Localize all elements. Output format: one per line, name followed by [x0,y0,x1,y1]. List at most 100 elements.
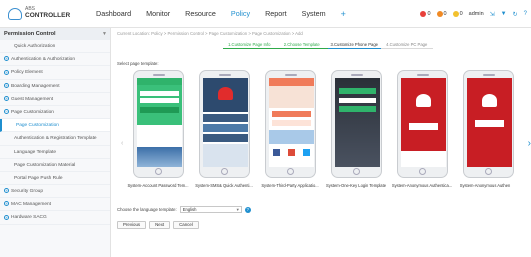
collapse-icon: − [4,109,9,115]
sidebar-item-label: Policy Element [11,70,43,76]
user-menu[interactable]: admin [469,11,484,17]
nav-policy[interactable]: Policy [231,0,250,28]
major-alarm-badge[interactable]: 0 [436,11,447,17]
phone-speaker [153,74,165,76]
template-name[interactable]: System-Anonymous Authentica... [390,183,454,188]
sidebar-item-label: Boarding Management [11,83,60,89]
sidebar-item-label: Portal Page Push Rule [14,175,63,181]
language-value: English [182,207,197,212]
sidebar-item-label: Hardware SACG [11,215,47,221]
sidebar-item-label: MAC Management [11,202,51,208]
expand-icon: + [4,82,9,88]
logo-cloud-icon [8,8,22,20]
cancel-button[interactable]: Cancel [173,221,199,229]
nav-add-icon[interactable]: + [341,0,346,28]
logo[interactable]: ABS CONTROLLER [8,5,71,23]
sidebar-item-guest-management[interactable]: + Guest Management [0,93,110,106]
template-name[interactable]: System-One-Key Login Template [324,183,388,188]
wizard-steps: 1.Customize Page Info 2.Choose Template … [223,41,433,49]
language-label: Choose the language template: [117,207,177,212]
sidebar-item-label: Authentication & Authorization [11,57,76,63]
template-card[interactable] [397,70,448,178]
template-preview [269,78,314,167]
next-button[interactable]: Next [149,221,171,229]
template-name[interactable]: System-SMS& Quick Authenti... [192,183,256,188]
sidebar-item-page-customization-material[interactable]: Page Customization Material [0,159,110,172]
template-card[interactable] [133,70,184,178]
template-preview [137,78,182,167]
phone-speaker [351,74,363,76]
language-select[interactable]: English ▼ [179,206,242,213]
nav-monitor[interactable]: Monitor [146,0,170,28]
critical-alarm-count: 0 [427,11,431,17]
sidebar-item-page-customization[interactable]: Page Customization [0,119,110,133]
sidebar-item-mac-management[interactable]: + MAC Management [0,198,110,212]
step-choose-template[interactable]: 2.Choose Template [275,41,328,49]
sidebar-item-language-template[interactable]: Language Template [0,146,110,159]
breadcrumb: Current Location: Policy > Permission Co… [117,31,303,36]
template-card[interactable] [265,70,316,178]
phone-speaker [285,74,297,76]
chevron-right-icon[interactable]: › [528,138,531,149]
template-card[interactable] [463,70,514,178]
chevron-left-icon[interactable]: ‹ [121,140,123,147]
expand-icon: + [4,56,9,62]
nav-dashboard[interactable]: Dashboard [96,0,131,28]
step-customize-pc-page[interactable]: 4.Customize PC Page [380,41,433,49]
chevron-down-icon: ▼ [235,207,240,212]
nav-system[interactable]: System [302,0,326,28]
sidebar-item-label: Authentication & Registration Template [14,136,97,142]
sidebar-item-security-group[interactable]: + Security Group [0,185,110,199]
critical-alarm-badge[interactable]: 0 [420,11,431,17]
phone-speaker [417,74,429,76]
sidebar-item-hardware-sacg[interactable]: + Hardware SACG [0,211,110,225]
filter-icon[interactable]: ▼ [501,11,507,17]
expand-icon: + [4,69,9,75]
logo-title: CONTROLLER [25,12,71,19]
step-customize-phone-page[interactable]: 3.Customize Phone Page [328,41,381,49]
minor-alarm-badge[interactable]: 0 [452,11,463,17]
sidebar-item-label: Page Customization [11,109,54,115]
template-name[interactable]: System-Anonymous Authen [457,183,513,188]
template-preview [467,78,512,167]
major-alarm-icon [436,11,443,17]
sidebar-item-quick-authorization[interactable]: Quick Authorization [0,40,110,54]
phone-home-button [221,168,228,175]
phone-home-button [485,168,492,175]
previous-button[interactable]: Previous [117,221,147,229]
sidebar-title: Permission Control [4,31,56,37]
template-card[interactable] [331,70,382,178]
nav-report[interactable]: Report [265,0,287,28]
export-icon[interactable]: ⇲ [490,11,495,18]
sidebar-item-boarding-management[interactable]: + Boarding Management [0,80,110,93]
phone-speaker [483,74,495,76]
refresh-icon[interactable]: ↻ [513,11,518,18]
template-carousel: ‹ System-Account Password Tem... System-… [117,68,531,224]
chevron-down-icon[interactable]: ▼ [102,28,107,40]
template-name[interactable]: System-Third-Party Applicatio... [258,183,322,188]
top-bar: ABS CONTROLLER Dashboard Monitor Resourc… [0,0,531,28]
minor-alarm-icon [452,11,459,17]
top-right-tools: 0 0 0 admin ⇲ ▼ ↻ ? [420,0,527,28]
sidebar-item-policy-element[interactable]: + Policy Element [0,66,110,80]
sidebar-item-label: Page Customization [16,123,59,129]
phone-home-button [155,168,162,175]
step-customize-page-info[interactable]: 1.Customize Page Info [223,41,276,49]
expand-icon: + [4,95,9,101]
sidebar-item-portal-page-push-rule[interactable]: Portal Page Push Rule [0,172,110,186]
help-icon[interactable]: ? [244,206,251,213]
sidebar-item-auth-registration-template[interactable]: Authentication & Registration Template [0,132,110,146]
sidebar: Permission Control ▼ Quick Authorization… [0,28,111,257]
help-icon[interactable]: ? [524,11,527,17]
sidebar-item-authentication-authorization[interactable]: + Authentication & Authorization [0,53,110,67]
expand-icon: + [4,188,9,194]
sidebar-item-label: Security Group [11,189,43,195]
template-name[interactable]: System-Account Password Tem... [126,183,190,188]
phone-speaker [219,74,231,76]
sidebar-item-page-customization-group[interactable]: − Page Customization [0,106,110,120]
sidebar-header[interactable]: Permission Control ▼ [0,28,110,40]
expand-icon: + [4,201,9,207]
template-preview [203,78,248,167]
nav-resource[interactable]: Resource [185,0,216,28]
template-card[interactable] [199,70,250,178]
